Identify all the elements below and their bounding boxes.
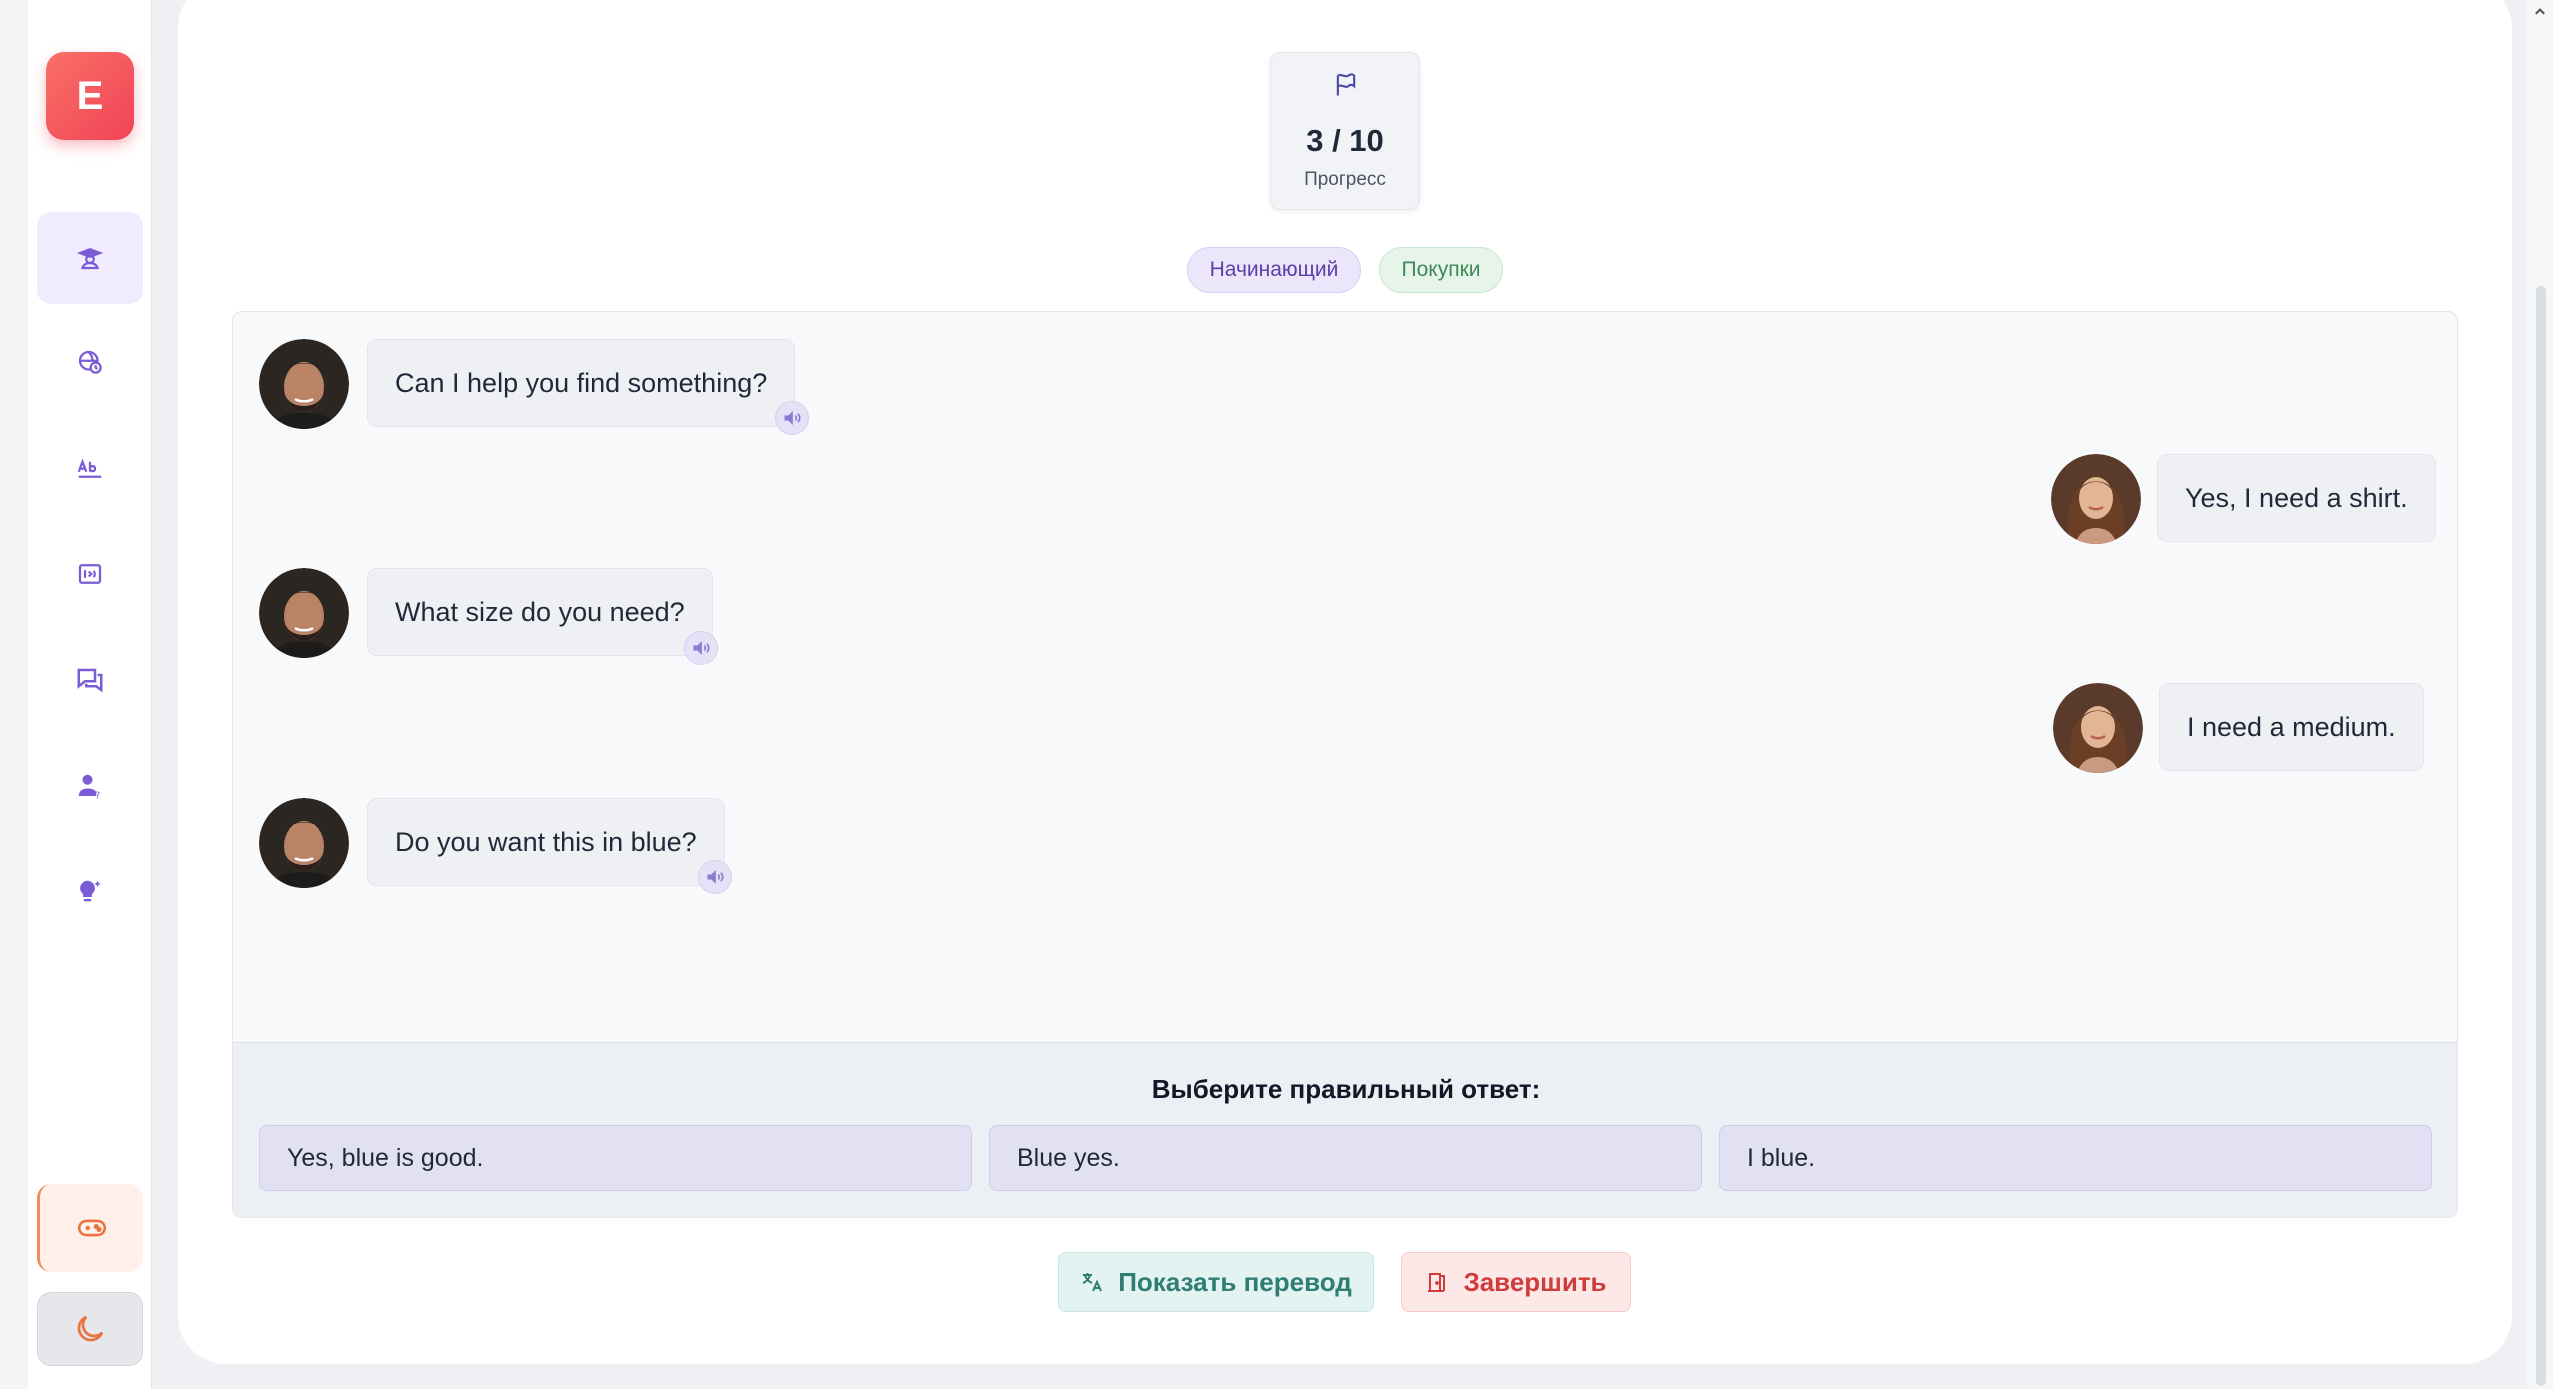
sidebar-item-quiz[interactable]: ? xyxy=(37,740,143,832)
play-audio-button[interactable] xyxy=(775,401,809,435)
message-text: Yes, I need a shirt. xyxy=(2185,482,2408,513)
finish-button[interactable]: Завершить xyxy=(1401,1252,1631,1312)
speaker-icon xyxy=(784,410,801,426)
progress-value: 3 / 10 xyxy=(1306,123,1384,158)
spelling-icon xyxy=(77,458,102,478)
sidebar-item-world[interactable] xyxy=(37,316,143,408)
message-bubble-1: Can I help you find something? xyxy=(367,339,796,427)
sidebar-item-lessons[interactable] xyxy=(37,212,143,304)
progress-card: 3 / 10 Прогресс xyxy=(1270,52,1420,210)
svg-text:?: ? xyxy=(95,791,100,802)
sidebar-item-tips[interactable] xyxy=(37,846,143,938)
theme-toggle-button[interactable] xyxy=(37,1292,143,1366)
app-logo[interactable]: E xyxy=(46,52,134,140)
answer-option-1[interactable]: Yes, blue is good. xyxy=(259,1125,972,1191)
person-question-icon: ? xyxy=(78,774,100,802)
seller-avatar xyxy=(259,568,349,658)
message-bubble-3: What size do you need? xyxy=(367,568,713,656)
page-scrollbar[interactable] xyxy=(2527,0,2553,1389)
message-text: What size do you need? xyxy=(395,596,685,627)
message-text: Can I help you find something? xyxy=(395,367,768,398)
level-badge: Начинающий xyxy=(1187,247,1361,293)
seller-avatar xyxy=(259,339,349,429)
seller-avatar xyxy=(259,798,349,888)
woman-avatar-icon xyxy=(2051,454,2141,544)
play-audio-button[interactable] xyxy=(698,860,732,894)
moon-icon xyxy=(77,1315,104,1342)
message-bubble-4: I need a medium. xyxy=(2159,683,2424,771)
answer-area: Выберите правильный ответ: Yes, blue is … xyxy=(233,1042,2457,1217)
globe-clock-icon xyxy=(78,350,102,374)
window-gutter xyxy=(0,0,28,1389)
scroll-up-icon[interactable] xyxy=(2533,4,2547,18)
man-avatar-icon xyxy=(259,568,349,658)
games-button[interactable] xyxy=(37,1184,143,1272)
finish-label: Завершить xyxy=(1463,1266,1607,1297)
flag-icon xyxy=(1336,73,1356,96)
answer-option-3[interactable]: I blue. xyxy=(1719,1125,2432,1191)
topic-badge: Покупки xyxy=(1379,247,1503,293)
play-audio-button[interactable] xyxy=(684,631,718,665)
man-avatar-icon xyxy=(259,339,349,429)
show-translation-label: Показать перевод xyxy=(1118,1266,1352,1297)
sidebar: E ? xyxy=(28,0,152,1389)
speaker-icon xyxy=(693,640,710,656)
gamepad-icon xyxy=(77,1219,106,1237)
dialogue-panel: Can I help you find something? Yes, I ne… xyxy=(232,311,2458,1218)
answer-option-2[interactable]: Blue yes. xyxy=(989,1125,1702,1191)
sidebar-item-flashcards[interactable] xyxy=(37,528,143,620)
chat-icon xyxy=(77,668,103,693)
show-translation-button[interactable]: Показать перевод xyxy=(1058,1252,1374,1312)
sidebar-item-spelling[interactable] xyxy=(37,422,143,514)
message-bubble-5: Do you want this in blue? xyxy=(367,798,725,886)
message-bubble-2: Yes, I need a shirt. xyxy=(2157,454,2436,542)
progress-label: Прогресс xyxy=(1304,169,1386,190)
man-avatar-icon xyxy=(259,798,349,888)
translate-icon xyxy=(1082,1273,1103,1292)
logo-letter: E xyxy=(76,73,104,118)
answer-prompt: Выберите правильный ответ: xyxy=(1151,1074,1541,1104)
woman-avatar-icon xyxy=(2053,683,2143,773)
sidebar-item-dialogues[interactable] xyxy=(37,634,143,726)
customer-avatar xyxy=(2051,454,2141,544)
message-text: Do you want this in blue? xyxy=(395,826,697,857)
scrollbar-thumb[interactable] xyxy=(2536,286,2546,1386)
student-icon xyxy=(76,248,104,270)
speaker-icon xyxy=(707,869,724,885)
customer-avatar xyxy=(2053,683,2143,773)
idea-icon xyxy=(80,880,101,902)
exit-door-icon xyxy=(1428,1273,1446,1292)
flashcard-audio-icon xyxy=(78,564,102,584)
message-text: I need a medium. xyxy=(2187,711,2396,742)
